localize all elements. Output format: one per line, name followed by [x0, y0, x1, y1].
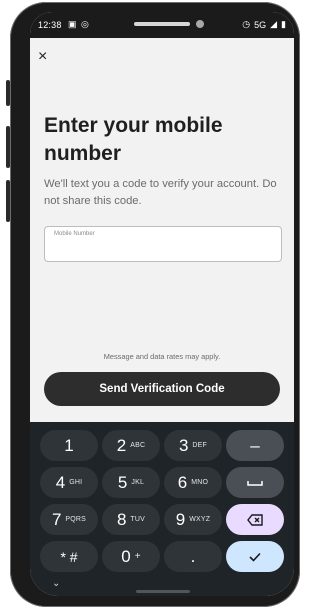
confirm-key[interactable] — [226, 541, 284, 572]
key-digit: 6 — [177, 472, 188, 492]
key-letters: JKL — [131, 479, 145, 486]
key-6[interactable]: 6 MNO — [164, 467, 222, 498]
backspace-icon — [247, 513, 263, 526]
key-letters: WXYZ — [189, 516, 211, 523]
key-digit: 5 — [117, 472, 128, 492]
check-icon — [249, 552, 261, 562]
network-label: 5G — [254, 19, 267, 30]
page-subtitle: We'll text you a code to verify your acc… — [44, 178, 277, 207]
key-0[interactable]: 0 + — [102, 541, 160, 572]
key-digit: . — [190, 546, 196, 566]
key-5[interactable]: 5 JKL — [102, 467, 160, 498]
key-4[interactable]: 4 GHI — [40, 467, 98, 498]
assistant-icon: ◎ — [81, 19, 89, 29]
key-8[interactable]: 8 TUV — [102, 504, 160, 535]
page-title: Enter your mobile number — [44, 114, 223, 165]
key-digit: 4 — [55, 472, 66, 492]
mobile-number-field[interactable]: Mobile Number — [44, 226, 282, 262]
key-digit: 2 — [116, 435, 127, 455]
delete-key[interactable] — [226, 504, 284, 535]
side-button-3 — [6, 180, 10, 222]
key-1[interactable]: 1 — [40, 430, 98, 461]
key-2[interactable]: 2 ABC — [102, 430, 160, 461]
camera-dot — [196, 20, 204, 28]
key-9[interactable]: 9 WXYZ — [164, 504, 222, 535]
key-letters: PQRS — [65, 516, 87, 523]
signal-icon: ◢ — [270, 19, 278, 29]
side-button-1 — [6, 80, 10, 106]
status-time: 12:38 — [38, 20, 62, 30]
chevron-down-icon[interactable]: ⌄ — [52, 578, 60, 589]
status-bar: 12:38 ▣ ◎ ◷ 5G ◢ ▮ — [30, 12, 294, 38]
key-letters: ABC — [130, 442, 146, 449]
key-space[interactable] — [226, 467, 284, 498]
space-icon — [247, 480, 263, 486]
key-minus-label: – — [250, 435, 260, 455]
home-indicator[interactable] — [136, 590, 190, 593]
numeric-keypad: 1 2 ABC 3 DEF – 4 GHI 5 JKL 6 MNO 7 PQRS… — [30, 422, 294, 596]
key-digit: 0 — [121, 546, 131, 566]
key-letters: MNO — [191, 479, 209, 486]
speaker-pill — [134, 22, 190, 26]
key-digit: 8 — [116, 509, 127, 529]
key-letters: GHI — [69, 479, 83, 486]
key-star-hash[interactable]: * # — [40, 541, 98, 572]
key-digit: 9 — [175, 509, 186, 529]
side-button-2 — [6, 126, 10, 168]
close-icon[interactable]: × — [38, 48, 47, 66]
key-minus[interactable]: – — [226, 430, 284, 461]
alarm-icon: ◷ — [242, 19, 251, 29]
key-letters: TUV — [130, 516, 146, 523]
status-right: ◷ 5G ◢ ▮ — [242, 19, 286, 30]
gallery-icon: ▣ — [68, 19, 77, 29]
key-digit: 3 — [178, 435, 189, 455]
send-verification-button[interactable]: Send Verification Code — [44, 372, 280, 406]
key-letters: + — [134, 551, 141, 562]
rates-disclaimer: Message and data rates may apply. — [103, 352, 221, 361]
key-3[interactable]: 3 DEF — [164, 430, 222, 461]
battery-icon: ▮ — [281, 19, 286, 29]
key-digit: * # — [60, 548, 78, 565]
screen: 12:38 ▣ ◎ ◷ 5G ◢ ▮ × Enter your mobile n… — [30, 12, 294, 596]
key-digit: 1 — [64, 435, 74, 455]
key-digit: 7 — [51, 509, 62, 529]
key-7[interactable]: 7 PQRS — [40, 504, 98, 535]
mobile-number-label: Mobile Number — [54, 231, 95, 237]
mobile-number-input[interactable] — [53, 241, 277, 259]
key-dot[interactable]: . — [164, 541, 222, 572]
key-letters: DEF — [192, 442, 208, 449]
